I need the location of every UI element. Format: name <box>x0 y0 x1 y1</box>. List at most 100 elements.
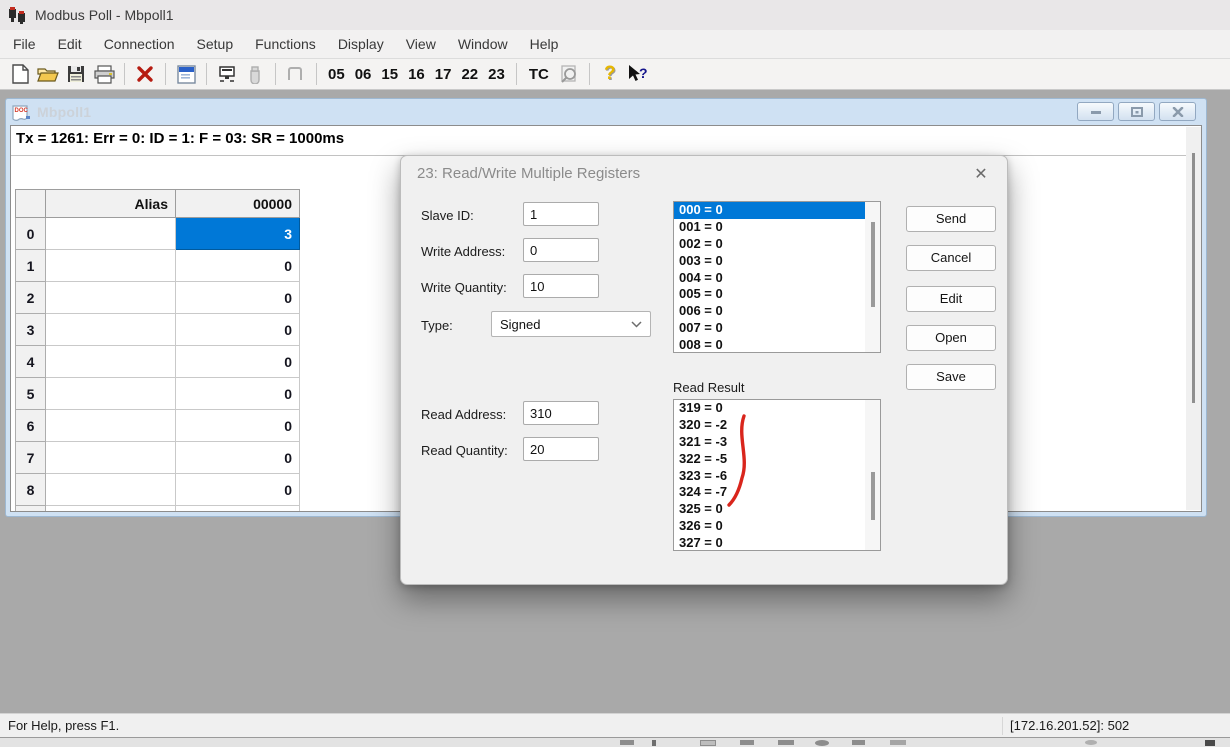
menu-display[interactable]: Display <box>327 30 395 58</box>
read-list-item[interactable]: 326 = 0 <box>674 518 880 535</box>
write-list-item[interactable]: 006 = 0 <box>674 303 880 320</box>
send-button[interactable]: Send <box>906 206 996 232</box>
save-button[interactable]: Save <box>906 364 996 390</box>
open-button[interactable]: Open <box>906 325 996 351</box>
write-list-item[interactable]: 002 = 0 <box>674 236 880 253</box>
grid-alias-cell[interactable] <box>46 442 176 474</box>
read-list-item[interactable]: 319 = 0 <box>674 400 880 417</box>
menu-view[interactable]: View <box>395 30 447 58</box>
child-minimize-button[interactable] <box>1077 102 1114 121</box>
help-icon[interactable]: ? <box>596 61 624 87</box>
menu-connection[interactable]: Connection <box>93 30 186 58</box>
function-15-button[interactable]: 15 <box>376 66 403 83</box>
read-list-item[interactable]: 322 = -5 <box>674 451 880 468</box>
grid-row-number[interactable]: 8 <box>16 474 46 506</box>
grid-row-number[interactable]: 0 <box>16 218 46 250</box>
function-17-button[interactable]: 17 <box>430 66 457 83</box>
disconnect-icon[interactable] <box>241 61 269 87</box>
menu-file[interactable]: File <box>2 30 47 58</box>
grid-alias-cell[interactable] <box>46 474 176 506</box>
menu-edit[interactable]: Edit <box>47 30 93 58</box>
write-quantity-input[interactable] <box>523 274 599 298</box>
menu-setup[interactable]: Setup <box>186 30 245 58</box>
new-file-icon[interactable] <box>6 61 34 87</box>
grid-alias-cell[interactable] <box>46 346 176 378</box>
read-quantity-input[interactable] <box>523 437 599 461</box>
edit-button[interactable]: Edit <box>906 286 996 312</box>
child-maximize-button[interactable] <box>1118 102 1155 121</box>
write-address-input[interactable] <box>523 238 599 262</box>
grid-value-cell[interactable]: 0 <box>176 378 300 410</box>
read-list-item[interactable]: 321 = -3 <box>674 434 880 451</box>
grid-value-cell-selected[interactable]: 3 <box>176 218 300 250</box>
read-list-item[interactable]: 327 = 0 <box>674 535 880 551</box>
type-combobox[interactable]: Signed <box>491 311 651 337</box>
write-list-scrollbar[interactable] <box>865 202 880 352</box>
grid-value-cell[interactable]: 0 <box>176 410 300 442</box>
write-list-item[interactable]: 005 = 0 <box>674 286 880 303</box>
function-16-button[interactable]: 16 <box>403 66 430 83</box>
menu-help[interactable]: Help <box>519 30 570 58</box>
grid-value-cell[interactable]: 0 <box>176 442 300 474</box>
menu-window[interactable]: Window <box>447 30 519 58</box>
grid-address-header[interactable]: 00000 <box>176 190 300 218</box>
function-23-button[interactable]: 23 <box>483 66 510 83</box>
read-list-item[interactable]: 320 = -2 <box>674 417 880 434</box>
delete-icon[interactable] <box>131 61 159 87</box>
open-file-icon[interactable] <box>34 61 62 87</box>
grid-row-number[interactable]: 3 <box>16 314 46 346</box>
read-list-item[interactable]: 324 = -7 <box>674 484 880 501</box>
display-setup-icon[interactable] <box>172 61 200 87</box>
grid-row-number[interactable]: 6 <box>16 410 46 442</box>
read-address-input[interactable] <box>523 401 599 425</box>
function-06-button[interactable]: 06 <box>350 66 377 83</box>
grid-alias-cell[interactable] <box>46 282 176 314</box>
menu-functions[interactable]: Functions <box>244 30 327 58</box>
grid-row-number[interactable]: 7 <box>16 442 46 474</box>
write-list-item[interactable]: 003 = 0 <box>674 253 880 270</box>
test-center-button[interactable]: TC <box>523 66 555 83</box>
write-list-item[interactable]: 008 = 0 <box>674 337 880 353</box>
grid-row-number[interactable]: 4 <box>16 346 46 378</box>
scrollbar-thumb[interactable] <box>871 472 875 520</box>
grid-row-number[interactable]: 5 <box>16 378 46 410</box>
child-close-button[interactable] <box>1159 102 1196 121</box>
grid-corner-header[interactable] <box>16 190 46 218</box>
cancel-button[interactable]: Cancel <box>906 245 996 271</box>
slave-id-input[interactable] <box>523 202 599 226</box>
grid-alias-cell[interactable] <box>46 314 176 346</box>
connect-icon[interactable] <box>213 61 241 87</box>
grid-vertical-scrollbar[interactable] <box>1186 127 1201 510</box>
write-values-listbox[interactable]: 000 = 0 001 = 0 002 = 0 003 = 0 004 = 0 … <box>673 201 881 353</box>
read-list-item[interactable]: 325 = 0 <box>674 501 880 518</box>
grid-row-number[interactable]: 1 <box>16 250 46 282</box>
read-list-scrollbar[interactable] <box>865 400 880 550</box>
context-help-icon[interactable]: ? <box>624 61 652 87</box>
grid-alias-cell[interactable] <box>46 410 176 442</box>
grid-value-cell[interactable]: 0 <box>176 282 300 314</box>
read-list-item[interactable]: 323 = -6 <box>674 468 880 485</box>
print-icon[interactable] <box>90 61 118 87</box>
grid-value-cell[interactable]: 0 <box>176 314 300 346</box>
write-list-item[interactable]: 001 = 0 <box>674 219 880 236</box>
function-05-button[interactable]: 05 <box>323 66 350 83</box>
function-22-button[interactable]: 22 <box>456 66 483 83</box>
scrollbar-thumb[interactable] <box>1192 153 1195 403</box>
scrollbar-thumb[interactable] <box>871 222 875 307</box>
communication-traffic-icon[interactable] <box>555 61 583 87</box>
write-list-item-selected[interactable]: 000 = 0 <box>674 202 880 219</box>
grid-value-cell[interactable]: 0 <box>176 346 300 378</box>
grid-alias-cell[interactable] <box>46 250 176 282</box>
grid-value-cell[interactable]: 0 <box>176 250 300 282</box>
grid-alias-header[interactable]: Alias <box>46 190 176 218</box>
save-file-icon[interactable] <box>62 61 90 87</box>
grid-value-cell[interactable]: 0 <box>176 474 300 506</box>
grid-row-number[interactable]: 2 <box>16 282 46 314</box>
write-list-item[interactable]: 004 = 0 <box>674 270 880 287</box>
grid-alias-cell[interactable] <box>46 378 176 410</box>
write-list-item[interactable]: 007 = 0 <box>674 320 880 337</box>
single-poll-icon[interactable] <box>282 61 310 87</box>
grid-alias-cell[interactable] <box>46 218 176 250</box>
read-result-listbox[interactable]: 319 = 0 320 = -2 321 = -3 322 = -5 323 =… <box>673 399 881 551</box>
dialog-close-icon[interactable]: ✕ <box>965 161 997 187</box>
